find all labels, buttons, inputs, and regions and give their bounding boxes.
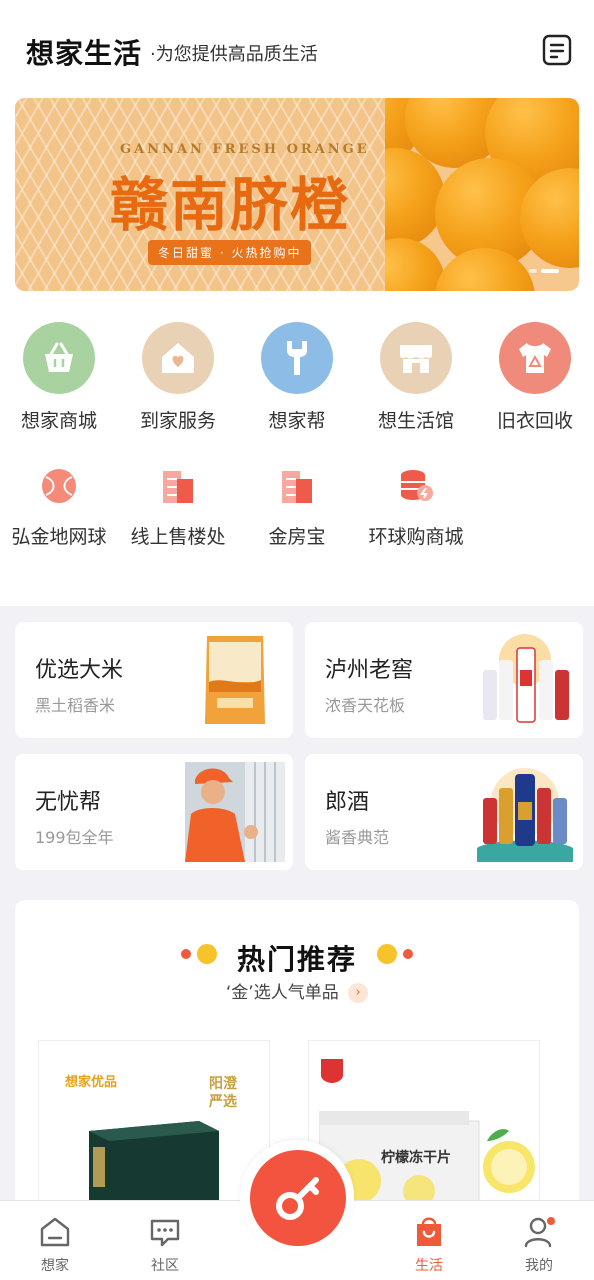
product-tag: 阳澄严选 bbox=[209, 1076, 237, 1110]
decor-dot bbox=[403, 949, 413, 959]
quick-item-tennis[interactable]: 弘金地网球 bbox=[0, 466, 118, 549]
hot-subtitle-text: ‘金’选人气单品 bbox=[225, 983, 339, 1003]
carousel-indicator bbox=[529, 269, 559, 273]
quick-item-home-service[interactable]: 到家服务 bbox=[119, 322, 237, 433]
nav-label: 想家 bbox=[41, 1258, 69, 1274]
house-heart-icon bbox=[142, 322, 214, 394]
quick-item-label: 金房宝 bbox=[268, 526, 326, 548]
quick-item-helper[interactable]: 想家帮 bbox=[238, 322, 356, 433]
key-icon bbox=[276, 1177, 319, 1220]
quick-item-life-hall[interactable]: 想生活馆 bbox=[357, 322, 475, 433]
product-card[interactable]: 想家优品 阳澄严选 bbox=[38, 1040, 270, 1210]
card-wuyoubang[interactable]: 无忧帮 199包全年 bbox=[15, 754, 293, 870]
brand-seal-icon bbox=[321, 1059, 343, 1083]
quick-item-label: 线上售楼处 bbox=[130, 526, 226, 548]
quick-item-label: 弘金地网球 bbox=[11, 526, 107, 548]
building-icon bbox=[158, 466, 198, 506]
quick-item-mall[interactable]: 想家商城 bbox=[0, 322, 118, 433]
quick-item-global-mall[interactable]: 环球购商城 bbox=[357, 466, 475, 549]
carousel-dot-active bbox=[541, 269, 559, 273]
liquor-bottles-image bbox=[477, 768, 573, 862]
card-rice[interactable]: 优选大米 黑土稻香米 bbox=[15, 622, 293, 738]
coins-icon bbox=[396, 466, 436, 506]
wrench-icon bbox=[261, 322, 333, 394]
card-luzhou[interactable]: 泸州老窖 浓香天花板 bbox=[305, 622, 583, 738]
building-icon bbox=[277, 466, 317, 506]
key-button[interactable] bbox=[250, 1150, 346, 1246]
chevron-right-icon[interactable]: › bbox=[348, 983, 369, 1003]
brand-title: 想家生活 bbox=[26, 37, 143, 70]
rice-bag-image bbox=[205, 636, 265, 724]
quick-item-label: 旧衣回收 bbox=[496, 410, 573, 432]
basket-icon bbox=[23, 322, 95, 394]
product-brand: 想家优品 bbox=[65, 1075, 118, 1090]
quick-item-label: 到家服务 bbox=[139, 410, 216, 432]
app-header: 想家生活 ·为您提供高品质生活 bbox=[0, 0, 594, 98]
worker-photo bbox=[185, 762, 285, 862]
quick-item-label: 想生活馆 bbox=[377, 410, 454, 432]
card-title: 泸州老窖 bbox=[325, 658, 414, 683]
quick-item-label: 想家帮 bbox=[268, 410, 326, 432]
card-subtitle: 199包全年 bbox=[35, 828, 114, 847]
card-subtitle: 酱香典范 bbox=[325, 828, 390, 847]
banner-subtitle-en: GANNAN FRESH ORANGE bbox=[120, 142, 370, 157]
card-subtitle: 浓香天花板 bbox=[325, 696, 406, 715]
nav-label: 社区 bbox=[151, 1258, 179, 1274]
quick-item-jinfangbao[interactable]: 金房宝 bbox=[238, 466, 356, 549]
hot-title: 热门推荐 bbox=[236, 943, 357, 976]
nav-label: 我的 bbox=[525, 1258, 553, 1274]
shopping-bag-icon bbox=[417, 1217, 441, 1246]
nav-community[interactable]: 社区 bbox=[125, 1215, 205, 1275]
card-title: 无忧帮 bbox=[35, 790, 102, 815]
decor-dot bbox=[377, 944, 397, 964]
quick-item-online-sales[interactable]: 线上售楼处 bbox=[119, 466, 237, 549]
home-icon bbox=[40, 1217, 70, 1247]
promo-banner[interactable]: GANNAN FRESH ORANGE 赣南脐橙 冬日甜蜜 · 火热抢购中 bbox=[15, 98, 579, 291]
quick-item-clothes-recycle[interactable]: 旧衣回收 bbox=[476, 322, 594, 433]
brand-slogan: ·为您提供高品质生活 bbox=[150, 44, 318, 65]
chat-icon bbox=[150, 1219, 180, 1247]
tennis-ball-icon bbox=[39, 466, 79, 506]
quick-item-label: 环球购商城 bbox=[368, 526, 464, 548]
nav-home[interactable]: 想家 bbox=[15, 1215, 95, 1275]
card-title: 郎酒 bbox=[325, 790, 370, 815]
hot-subtitle[interactable]: ‘金’选人气单品 › bbox=[15, 978, 579, 1003]
store-icon bbox=[380, 322, 452, 394]
quick-item-label: 想家商城 bbox=[20, 410, 97, 432]
card-langjiu[interactable]: 郎酒 酱香典范 bbox=[305, 754, 583, 870]
tshirt-recycle-icon bbox=[499, 322, 571, 394]
carousel-dot bbox=[529, 269, 537, 273]
banner-title: 赣南脐橙 bbox=[110, 171, 351, 239]
document-icon[interactable] bbox=[542, 34, 572, 66]
nav-label: 生活 bbox=[415, 1258, 443, 1274]
product-box-image bbox=[89, 1121, 219, 1210]
card-title: 优选大米 bbox=[35, 658, 124, 683]
card-subtitle: 黑土稻香米 bbox=[35, 696, 116, 715]
product-tag: 柠檬冻干片 bbox=[381, 1150, 451, 1166]
nav-life[interactable]: 生活 bbox=[389, 1215, 469, 1275]
liquor-bottles-image bbox=[483, 634, 569, 723]
banner-tagline: 冬日甜蜜 · 火热抢购中 bbox=[148, 240, 312, 265]
nav-profile[interactable]: 我的 bbox=[499, 1215, 579, 1275]
user-icon bbox=[524, 1217, 555, 1248]
